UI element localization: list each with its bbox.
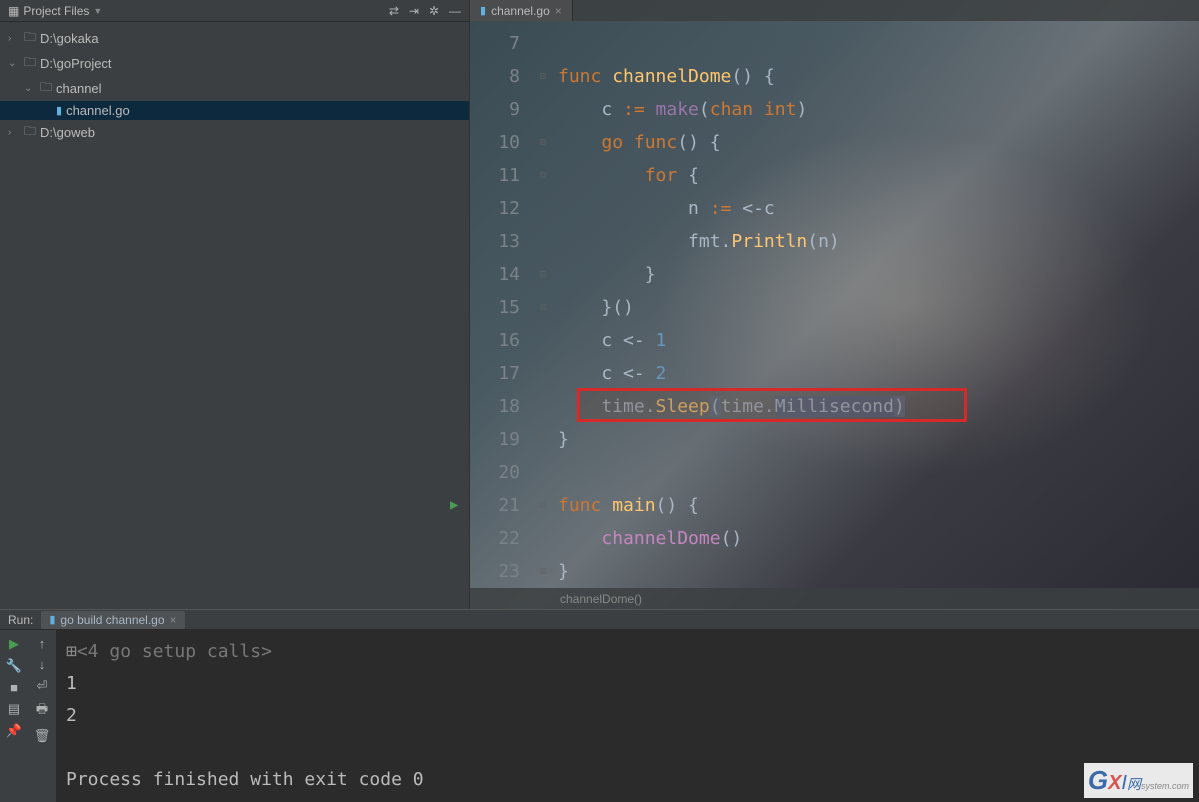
tree-folder[interactable]: › 🗀 D:\goweb — [0, 120, 469, 145]
code-content[interactable]: func channelDome() { c := make(chan int)… — [554, 27, 1199, 588]
project-tree[interactable]: › 🗀 D:\gokaka ⌄ 🗀 D:\goProject ⌄ 🗀 channel ▮ chann… — [0, 22, 469, 149]
wrench-icon[interactable]: 🔧 — [6, 658, 22, 674]
tree-folder[interactable]: ⌄ 🗀 channel — [0, 76, 469, 101]
code-line[interactable]: } — [554, 423, 1199, 456]
stop-icon[interactable]: ■ — [10, 680, 18, 695]
hide-icon[interactable]: — — [449, 4, 461, 18]
settings-icon[interactable]: ✲ — [429, 4, 439, 18]
run-toolbar-left2: ↑ ↓ ⏎ 🖶 🗑 — [28, 630, 56, 802]
run-tab[interactable]: ▮ go build channel.go × — [41, 611, 184, 629]
expand-icon[interactable]: ⊞ — [66, 641, 77, 662]
code-line[interactable]: c := make(chan int) — [554, 93, 1199, 126]
code-line[interactable]: func main() { — [554, 489, 1199, 522]
tree-folder[interactable]: ⌄ 🗀 D:\goProject — [0, 51, 469, 76]
fold-column[interactable]: ⊟⊟⊟⊡⊡⊡⊟⊡ — [532, 27, 554, 588]
up-icon[interactable]: ↑ — [39, 636, 46, 651]
tree-folder[interactable]: › 🗀 D:\gokaka — [0, 26, 469, 51]
editor-tabs: ▮ channel.go × — [470, 0, 1199, 21]
project-sidebar: ▦ Project Files ▼ ⇄ ⇥ ✲ — › 🗀 D:\gokaka ⌄ 🗀 D… — [0, 0, 470, 609]
layout-icon[interactable]: ▤ — [8, 701, 20, 717]
pin-icon[interactable]: 📌 — [6, 723, 22, 739]
go-file-icon: ▮ — [480, 4, 486, 17]
go-file-icon: ▮ — [56, 104, 62, 117]
tree-label: D:\goProject — [40, 56, 112, 71]
code-line[interactable]: time.Sleep(time.Millisecond) — [554, 390, 1199, 423]
chevron-icon[interactable]: › — [8, 33, 20, 44]
breadcrumb[interactable]: channelDome() — [470, 588, 1199, 609]
tree-file[interactable]: ▮ channel.go — [0, 101, 469, 120]
chevron-icon[interactable]: › — [8, 127, 20, 138]
sidebar-title-text: Project Files — [23, 4, 89, 18]
go-file-icon: ▮ — [49, 613, 55, 626]
run-gutter-icon[interactable]: ▶ — [450, 489, 458, 522]
code-line[interactable]: }() — [554, 291, 1199, 324]
collapse-icon[interactable]: ⇥ — [409, 4, 419, 18]
folder-icon: 🗀 — [24, 122, 36, 143]
code-editor[interactable]: 7891011121314151617181920▶212223 ⊟⊟⊟⊡⊡⊡⊟… — [470, 21, 1199, 588]
editor-area: ▮ channel.go × 7891011121314151617181920… — [470, 0, 1199, 609]
highlight-box — [577, 388, 967, 422]
tree-label: D:\goweb — [40, 125, 95, 140]
line-gutter: 7891011121314151617181920▶212223 — [470, 27, 532, 588]
code-line[interactable]: go func() { — [554, 126, 1199, 159]
code-line[interactable]: c <- 2 — [554, 357, 1199, 390]
tab-channel-go[interactable]: ▮ channel.go × — [470, 0, 573, 21]
tree-label: channel.go — [66, 103, 130, 118]
tree-label: channel — [56, 81, 102, 96]
code-line[interactable]: for { — [554, 159, 1199, 192]
code-line[interactable]: channelDome() — [554, 522, 1199, 555]
code-line[interactable]: } — [554, 258, 1199, 291]
code-line[interactable]: func channelDome() { — [554, 60, 1199, 93]
code-line[interactable]: n := <-c — [554, 192, 1199, 225]
project-icon: ▦ — [8, 4, 19, 18]
folder-icon: 🗀 — [24, 28, 36, 49]
wrap-icon[interactable]: ⏎ — [37, 678, 48, 694]
run-toolbar-left: ▶ 🔧 ■ ▤ 📌 — [0, 630, 28, 802]
code-line[interactable] — [554, 27, 1199, 60]
run-panel: Run: ▮ go build channel.go × ▶ 🔧 ■ ▤ 📌 ↑… — [0, 609, 1199, 802]
close-icon[interactable]: × — [555, 4, 562, 18]
trash-icon[interactable]: 🗑 — [34, 728, 51, 744]
code-line[interactable]: } — [554, 555, 1199, 588]
code-line[interactable] — [554, 456, 1199, 489]
rerun-icon[interactable]: ▶ — [9, 636, 19, 652]
folder-icon: 🗀 — [24, 53, 36, 74]
run-label: Run: — [8, 613, 33, 627]
chevron-icon[interactable]: ⌄ — [8, 58, 20, 69]
sidebar-header: ▦ Project Files ▼ ⇄ ⇥ ✲ — — [0, 0, 469, 22]
chevron-icon[interactable]: ⌄ — [24, 83, 36, 94]
tab-label: channel.go — [491, 4, 550, 18]
down-icon[interactable]: ↓ — [39, 657, 46, 672]
tree-label: D:\gokaka — [40, 31, 99, 46]
run-header: Run: ▮ go build channel.go × — [0, 610, 1199, 630]
run-output[interactable]: ⊞<4 go setup calls> 1 2 Process finished… — [56, 630, 1199, 802]
code-line[interactable]: c <- 1 — [554, 324, 1199, 357]
close-icon[interactable]: × — [170, 613, 177, 627]
code-line[interactable]: fmt.Println(n) — [554, 225, 1199, 258]
watermark: GXI网 system.com — [1084, 763, 1193, 798]
scroll-from-source-icon[interactable]: ⇄ — [389, 4, 399, 18]
dropdown-icon[interactable]: ▼ — [93, 6, 102, 16]
print-icon[interactable]: 🖶 — [36, 700, 48, 722]
folder-icon: 🗀 — [40, 78, 52, 99]
